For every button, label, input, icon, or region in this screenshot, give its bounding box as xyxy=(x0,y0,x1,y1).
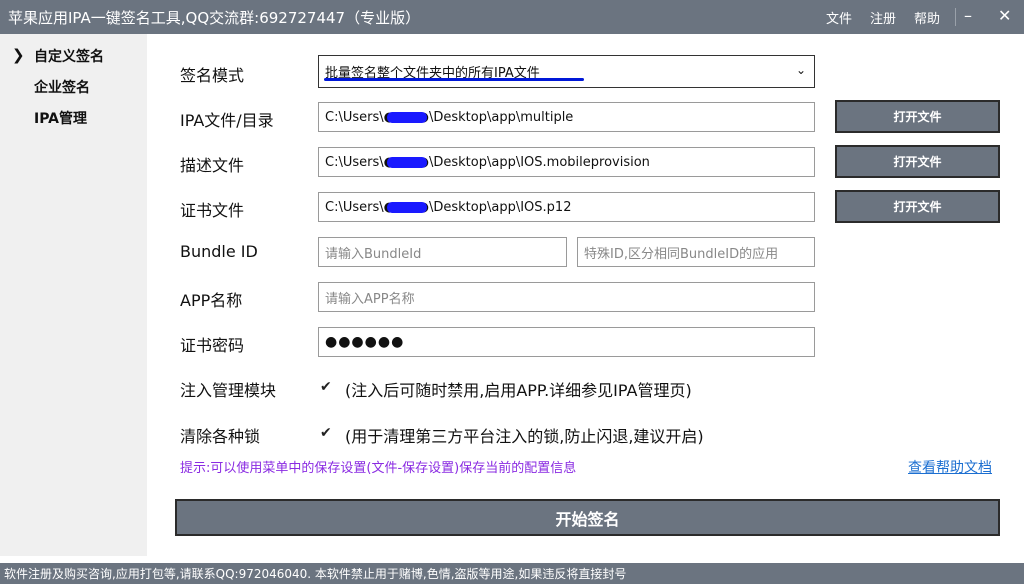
chevron-down-icon: ⌄ xyxy=(795,63,806,77)
menu-divider xyxy=(955,8,956,26)
sidebar-item-ipa-manage[interactable]: IPA管理 xyxy=(34,108,87,128)
status-bar: 软件注册及购买咨询,应用打包等,请联系QQ:972046040. 本软件禁止用于… xyxy=(0,563,1024,584)
inject-module-label: 注入管理模块 xyxy=(180,381,277,400)
redaction-mark xyxy=(387,202,427,213)
special-id-placeholder: 特殊ID,区分相同BundleID的应用 xyxy=(584,246,779,262)
redaction-mark xyxy=(387,157,427,168)
bundle-id-label: Bundle ID xyxy=(180,242,258,261)
clear-locks-description: (用于清理第三方平台注入的锁,防止闪退,建议开启) xyxy=(345,427,704,446)
menu-file[interactable]: 文件 xyxy=(826,8,852,27)
tip-text: 提示:可以使用菜单中的保存设置(文件-保存设置)保存当前的配置信息 xyxy=(180,461,577,476)
profile-label: 描述文件 xyxy=(180,156,245,175)
app-name-placeholder: 请输入APP名称 xyxy=(325,291,415,307)
cert-password-input[interactable]: ●●●●●● xyxy=(318,327,815,357)
sidebar: ❯ 自定义签名 企业签名 IPA管理 xyxy=(0,34,147,556)
close-button[interactable]: ✕ xyxy=(998,6,1011,25)
inject-module-description: (注入后可随时禁用,启用APP.详细参见IPA管理页) xyxy=(345,381,692,400)
cert-label: 证书文件 xyxy=(180,201,245,220)
open-ipa-button[interactable]: 打开文件 xyxy=(835,100,1000,133)
sidebar-item-custom-sign[interactable]: 自定义签名 xyxy=(34,46,104,66)
app-name-input[interactable]: 请输入APP名称 xyxy=(318,282,815,312)
sign-mode-label: 签名模式 xyxy=(180,66,245,85)
checkmark-icon: ✔ xyxy=(320,425,332,441)
start-sign-button[interactable]: 开始签名 xyxy=(175,499,1000,536)
help-doc-link[interactable]: 查看帮助文档 xyxy=(908,457,992,477)
minimize-button[interactable]: – xyxy=(964,6,972,25)
status-text: 软件注册及购买咨询,应用打包等,请联系QQ:972046040. 本软件禁止用于… xyxy=(4,567,627,581)
clear-locks-checkbox[interactable]: ✔ xyxy=(320,426,335,441)
ipa-path-value: C:\Users\●●●●\Desktop\app\multiple xyxy=(325,109,574,125)
open-cert-button[interactable]: 打开文件 xyxy=(835,190,1000,223)
special-id-input[interactable]: 特殊ID,区分相同BundleID的应用 xyxy=(577,237,815,267)
sign-mode-select[interactable]: 批量签名整个文件夹中的所有IPA文件 ⌄ xyxy=(318,55,815,88)
ipa-path-label: IPA文件/目录 xyxy=(180,111,274,130)
open-profile-button[interactable]: 打开文件 xyxy=(835,145,1000,178)
redaction-mark xyxy=(387,112,427,123)
checkmark-icon: ✔ xyxy=(320,379,332,395)
sidebar-item-enterprise-sign[interactable]: 企业签名 xyxy=(34,77,90,97)
chevron-right-icon: ❯ xyxy=(12,46,25,64)
cert-password-label: 证书密码 xyxy=(180,336,245,355)
menu-register[interactable]: 注册 xyxy=(870,8,896,27)
cert-password-value: ●●●●●● xyxy=(325,334,405,350)
annotation-underline xyxy=(324,78,584,81)
bundle-id-input[interactable]: 请输入BundleId xyxy=(318,237,567,267)
clear-locks-label: 清除各种锁 xyxy=(180,427,261,446)
title-bar: 苹果应用IPA一键签名工具,QQ交流群:692727447（专业版） 文件 注册… xyxy=(0,0,1024,34)
profile-path-value: C:\Users\●●●●\Desktop\app\IOS.mobileprov… xyxy=(325,154,650,170)
cert-path-value: C:\Users\●●●●\Desktop\app\IOS.p12 xyxy=(325,199,572,215)
inject-module-checkbox[interactable]: ✔ xyxy=(320,380,335,395)
window-title: 苹果应用IPA一键签名工具,QQ交流群:692727447（专业版） xyxy=(8,9,421,27)
app-name-label: APP名称 xyxy=(180,291,243,310)
menu-help[interactable]: 帮助 xyxy=(914,8,940,27)
bundle-id-placeholder: 请输入BundleId xyxy=(325,246,422,262)
